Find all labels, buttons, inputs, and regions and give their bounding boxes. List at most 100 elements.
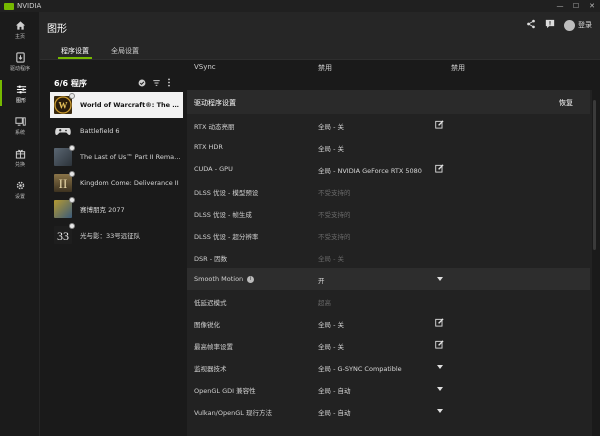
restore-button[interactable]: 恢复	[559, 98, 573, 108]
setting-row[interactable]: OpenGL GDI 兼容性 全局 - 自动	[187, 378, 590, 400]
setting-value: 全局 - 关	[318, 343, 344, 351]
setting-row: DLSS 优设 - 超分辨率 不受支持的	[187, 224, 590, 246]
maximize-icon[interactable]: ☐	[568, 0, 584, 12]
setting-row[interactable]: 最高帧率设置 全局 - 关	[187, 334, 590, 356]
program-list: W World of Warcraft®: The War Within Bat…	[50, 92, 183, 248]
setting-label: DSR - 因数	[194, 255, 228, 263]
nvidia-badge-icon	[69, 223, 75, 229]
program-item[interactable]: W World of Warcraft®: The War Within	[50, 92, 183, 118]
monitor-icon	[13, 114, 27, 128]
nav-item-drivers[interactable]: 驱动程序	[0, 48, 40, 74]
header-actions: 登录	[526, 19, 592, 31]
setting-row: DSR - 因数 全局 - 关	[187, 246, 590, 268]
scrollbar-thumb[interactable]	[593, 100, 596, 250]
check-circle-icon[interactable]	[138, 79, 146, 89]
share-icon[interactable]	[526, 19, 536, 31]
window-controls: — ☐ ✕	[552, 0, 600, 12]
page-header: 图形 登录	[40, 12, 600, 42]
nav-item-settings[interactable]: 设置	[0, 176, 40, 202]
app-title: NVIDIA	[17, 2, 42, 10]
scrollbar[interactable]	[593, 60, 597, 436]
kcd-game-icon: II	[54, 171, 75, 192]
filter-icon[interactable]	[152, 79, 161, 89]
program-name: World of Warcraft®: The War Within	[80, 101, 183, 109]
svg-text:W: W	[59, 101, 68, 111]
section-title: 驱动程序设置	[194, 99, 236, 107]
setting-row[interactable]: Smooth Motion i 开	[187, 268, 590, 290]
setting-row[interactable]: 监视器技术 全局 - G-SYNC Compatible	[187, 356, 590, 378]
setting-row[interactable]: CUDA - GPU 全局 - NVIDIA GeForce RTX 5080	[187, 158, 590, 180]
settings-panel: VSync 禁用 禁用 驱动程序设置 恢复 RTX 动态亮丽 全局 - 关 RT…	[187, 60, 592, 436]
setting-row[interactable]: RTX 动态亮丽 全局 - 关	[187, 114, 590, 136]
setting-row[interactable]: Vulkan/OpenGL 现行方法 全局 - 自动	[187, 400, 590, 422]
info-icon[interactable]: i	[247, 275, 255, 283]
setting-label: 监视器技术	[194, 365, 227, 373]
left-nav: 主页 驱动程序 图形 系统 兑换 设置	[0, 12, 40, 436]
tab-bar: 程序设置 全局设置	[40, 42, 600, 60]
setting-value: 全局 - 关	[318, 145, 344, 153]
chevron-down-icon[interactable]	[434, 383, 445, 394]
nav-item-system[interactable]: 系统	[0, 112, 40, 138]
login-label: 登录	[578, 21, 592, 29]
program-item[interactable]: 33 光与影：33号远征队	[50, 222, 183, 248]
program-name: Battlefield 6	[80, 127, 120, 135]
tab-global-settings[interactable]: 全局设置	[111, 46, 139, 56]
edit-icon[interactable]	[434, 339, 445, 350]
setting-label: OpenGL GDI 兼容性	[194, 387, 256, 395]
setting-value-secondary: 禁用	[451, 64, 465, 72]
home-icon	[13, 18, 27, 32]
edit-icon[interactable]	[434, 317, 445, 328]
program-item[interactable]: 赛博朋克 2077	[50, 196, 183, 222]
program-item[interactable]: II Kingdom Come: Deliverance II	[50, 170, 183, 196]
nvidia-badge-icon	[69, 197, 75, 203]
setting-value: 全局 - 自动	[318, 409, 351, 417]
setting-value: 全局 - 关	[318, 321, 344, 329]
program-name: Kingdom Come: Deliverance II	[80, 179, 179, 187]
setting-label: VSync	[194, 63, 216, 71]
gamepad-icon	[54, 122, 72, 140]
expedition-game-icon: 33	[54, 223, 75, 244]
program-count: 6/6 程序	[54, 79, 87, 88]
title-bar: NVIDIA — ☐ ✕	[0, 0, 600, 12]
close-icon[interactable]: ✕	[584, 0, 600, 12]
setting-row: DLSS 优设 - 模型预设 不受支持的	[187, 180, 590, 202]
chevron-down-icon[interactable]	[434, 361, 445, 372]
nvidia-logo-icon	[4, 2, 14, 10]
section-header: 驱动程序设置 恢复	[187, 90, 590, 114]
setting-label: CUDA - GPU	[194, 165, 233, 173]
setting-row: 低延迟模式 超高	[187, 290, 590, 312]
svg-text:33: 33	[57, 229, 69, 243]
nav-item-label: 图形	[15, 98, 26, 104]
setting-value: 超高	[318, 299, 331, 307]
edit-icon[interactable]	[434, 119, 445, 130]
setting-label: DLSS 优设 - 帧生成	[194, 211, 252, 219]
more-vertical-icon[interactable]	[167, 78, 171, 89]
program-tools	[138, 78, 171, 89]
setting-value: 全局 - 自动	[318, 387, 351, 395]
nvidia-badge-icon	[69, 171, 75, 177]
nav-item-label: 设置	[14, 194, 25, 200]
setting-row[interactable]: 图像锐化 全局 - 关	[187, 312, 590, 334]
tlou-game-icon	[54, 145, 75, 166]
chevron-down-icon[interactable]	[434, 273, 445, 284]
setting-row[interactable]: RTX HDR 全局 - 关	[187, 136, 590, 158]
nav-item-home[interactable]: 主页	[0, 16, 40, 42]
chevron-down-icon[interactable]	[434, 405, 445, 416]
tab-program-settings[interactable]: 程序设置	[58, 46, 92, 59]
login-button[interactable]: 登录	[564, 19, 592, 31]
minimize-icon[interactable]: —	[552, 0, 568, 12]
feedback-icon[interactable]	[545, 19, 555, 31]
program-item[interactable]: The Last of Us™ Part II Remastered	[50, 144, 183, 170]
nav-item-redeem[interactable]: 兑换	[0, 144, 40, 170]
program-item[interactable]: Battlefield 6	[50, 118, 183, 144]
sliders-icon	[14, 82, 28, 96]
setting-label: 图像锐化	[194, 321, 220, 329]
driver-settings-section: 驱动程序设置 恢复 RTX 动态亮丽 全局 - 关 RTX HDR 全局 - 关…	[187, 90, 592, 436]
nav-item-label: 系统	[14, 130, 25, 136]
driver-icon	[13, 50, 27, 64]
nav-item-graphics[interactable]: 图形	[0, 80, 40, 106]
setting-label: RTX HDR	[194, 143, 223, 151]
setting-row: DLSS 优设 - 帧生成 不受支持的	[187, 202, 590, 224]
edit-icon[interactable]	[434, 163, 445, 174]
setting-value: 不受支持的	[318, 233, 351, 241]
